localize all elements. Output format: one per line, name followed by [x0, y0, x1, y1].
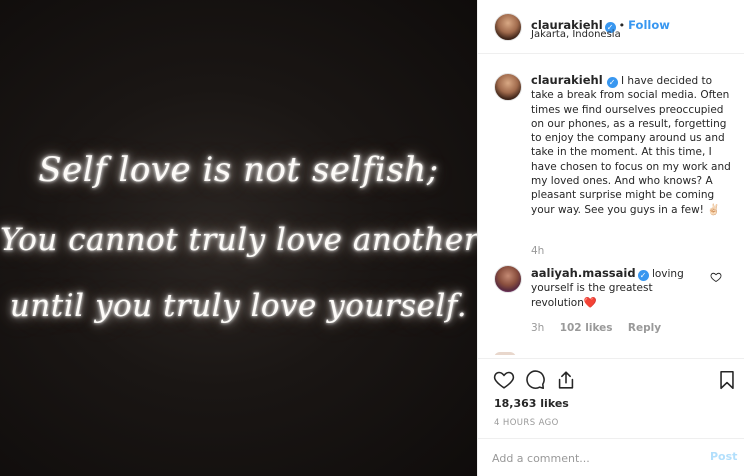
caption: claurakiehl ✓ I have decided to take a br… [531, 73, 731, 217]
quote-line-1: Self love is not selfish; [38, 150, 439, 190]
like-count[interactable]: 18,363 likes [494, 397, 569, 410]
commenter-avatar[interactable] [494, 265, 522, 293]
post-photo[interactable]: Self love is not selfish; You cannot tru… [0, 0, 477, 476]
next-comment-avatar [494, 352, 516, 355]
post-side-panel: claurakiehl ✓ • Follow Jakarta, Indonesia c… [477, 0, 744, 476]
post-actions: 18,363 likes 4 HOURS AGO [478, 358, 744, 438]
comment-input[interactable] [492, 449, 692, 467]
bookmark-icon[interactable] [716, 369, 738, 391]
follow-button[interactable]: Follow [628, 18, 670, 32]
caption-time[interactable]: 4h [531, 245, 544, 257]
caption-avatar[interactable] [494, 73, 522, 101]
quote-line-2: You cannot truly love another [0, 222, 477, 258]
comments-list[interactable]: claurakiehl ✓ I have decided to take a br… [478, 55, 744, 355]
comment-bubble-icon[interactable] [524, 369, 546, 391]
add-comment-bar: Post [478, 438, 744, 476]
verified-badge-icon: ✓ [637, 270, 649, 281]
commenter-username[interactable]: aaliyah.massaid [531, 266, 636, 280]
post-location[interactable]: Jakarta, Indonesia [531, 29, 621, 40]
comment: aaliyah.massaid ✓ loving yourself is the … [531, 266, 696, 310]
post-comment-button[interactable]: Post [710, 450, 737, 463]
caption-text: I have decided to take a break from soci… [531, 75, 731, 216]
post-timestamp[interactable]: 4 HOURS AGO [494, 418, 559, 428]
comment-time[interactable]: 3h [531, 322, 544, 334]
comment-like-count[interactable]: 102 likes [560, 322, 613, 334]
quote-line-3: until you truly love yourself. [9, 288, 468, 324]
share-icon[interactable] [555, 369, 577, 391]
heart-icon[interactable] [493, 369, 515, 391]
caption-username[interactable]: claurakiehl [531, 73, 603, 87]
reply-button[interactable]: Reply [628, 322, 661, 334]
comment-meta: 3h 102 likes Reply [531, 322, 661, 334]
verified-badge-icon: ✓ [606, 77, 618, 88]
post-header: claurakiehl ✓ • Follow Jakarta, Indonesia [478, 0, 744, 54]
author-avatar[interactable] [494, 13, 522, 41]
small-heart-icon[interactable] [710, 271, 722, 283]
